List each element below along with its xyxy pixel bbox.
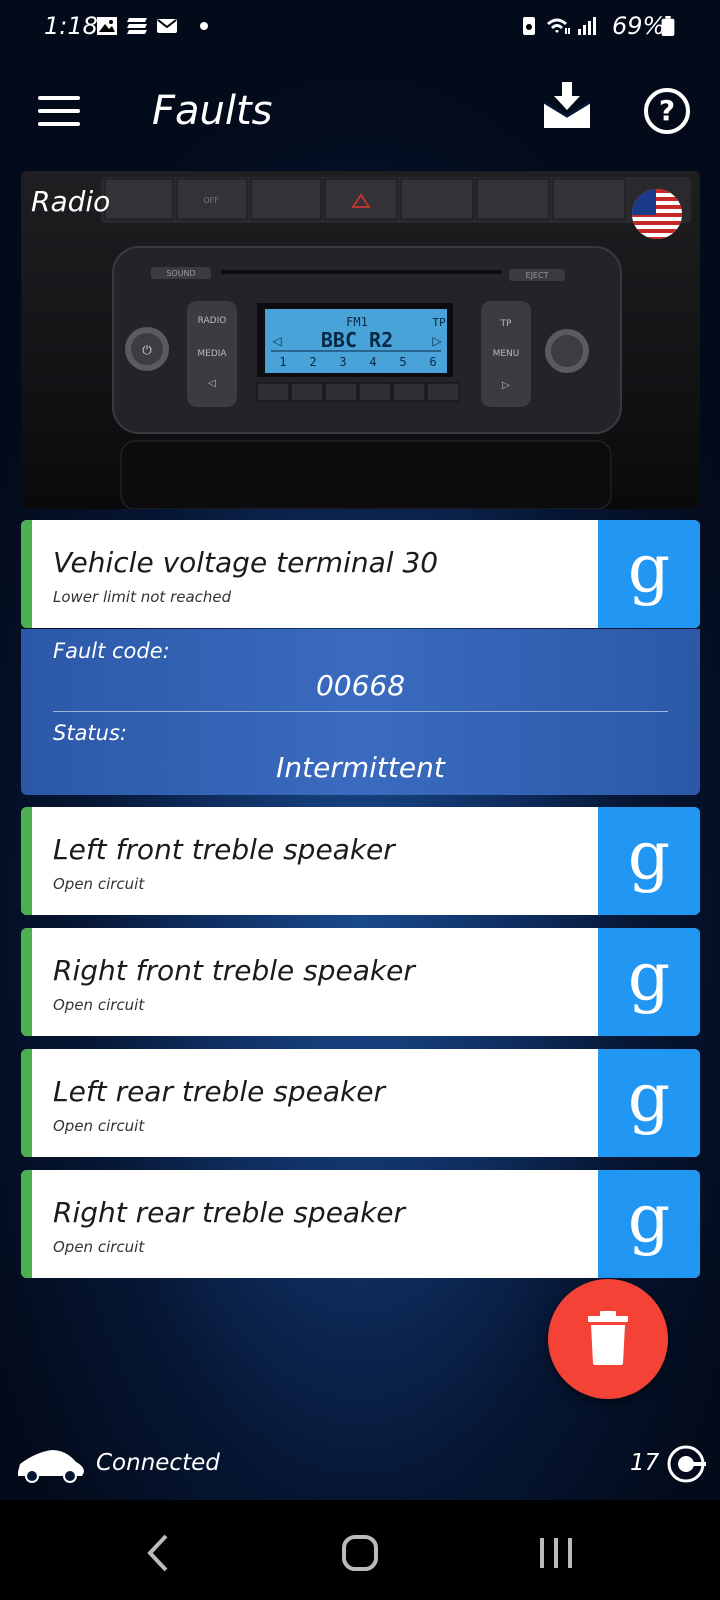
battery-percentage: 69% [612, 12, 666, 40]
fault-item[interactable]: Vehicle voltage terminal 30 Lower limit … [21, 520, 700, 628]
status-time: 1:18 [44, 12, 98, 40]
fault-title: Right front treble speaker [53, 954, 415, 987]
svg-text:⏻: ⏻ [142, 343, 152, 357]
fault-code-label: Fault code: [53, 639, 170, 663]
display-station: BBC R2 [321, 328, 393, 352]
detail-divider [53, 711, 668, 712]
more-notifications-dot [200, 22, 208, 30]
display-band: FM1 [346, 315, 368, 329]
fault-count: 17 [630, 1450, 660, 1476]
google-search-button[interactable]: g [598, 520, 700, 628]
fault-item[interactable]: Left rear treble speaker Open circuit g [21, 1049, 700, 1157]
us-flag-icon[interactable] [632, 189, 682, 239]
svg-text:▷: ▷ [432, 334, 442, 348]
preset-1: 1 [279, 355, 286, 369]
svg-text:◁: ◁ [271, 334, 281, 348]
fault-detail-panel: Fault code: 00668 Status: Intermittent [21, 629, 700, 795]
radio-btn-label: RADIO [198, 316, 227, 326]
eject-label: EJECT [526, 271, 549, 280]
fault-subtitle: Open circuit [53, 1238, 145, 1256]
fault-code-value: 00668 [315, 669, 406, 702]
status-bar: 1:18 69% [0, 0, 720, 56]
radio-head-unit-illustration: OFF SOUND EJECT ⏻ RADIO MEDIA ◁ TP MENU … [101, 177, 691, 509]
google-search-button[interactable]: g [598, 807, 700, 915]
fault-subtitle: Open circuit [53, 1117, 145, 1135]
module-image: Radio OFF SOUND EJECT ⏻ RADIO MEDIA ◁ TP… [21, 171, 700, 509]
preset-2: 2 [309, 355, 316, 369]
preset-3: 3 [339, 355, 346, 369]
fault-status-bar [21, 928, 32, 1036]
page-title: Faults [152, 88, 273, 134]
app-notification-icon [127, 18, 147, 34]
gallery-notification-icon [97, 17, 117, 35]
battery-saver-icon [523, 17, 535, 35]
svg-text:◁: ◁ [208, 378, 216, 389]
wifi-icon [547, 18, 570, 34]
back-icon[interactable] [130, 1530, 190, 1576]
fault-status-bar [21, 1170, 32, 1278]
interface-plug-icon[interactable] [666, 1444, 706, 1484]
battery-icon [661, 16, 675, 36]
fault-subtitle: Open circuit [53, 875, 145, 893]
off-button-label: OFF [203, 196, 219, 205]
fault-title: Left front treble speaker [53, 833, 395, 866]
fault-title: Vehicle voltage terminal 30 [53, 546, 439, 579]
google-search-button[interactable]: g [598, 1049, 700, 1157]
fault-status-bar [21, 807, 32, 915]
help-icon[interactable]: ? [644, 88, 690, 134]
recent-apps-icon[interactable] [532, 1530, 592, 1576]
preset-5: 5 [399, 355, 406, 369]
media-btn-label: MEDIA [197, 349, 227, 359]
google-search-button[interactable]: g [598, 1170, 700, 1278]
connection-status: Connected [96, 1450, 220, 1476]
google-search-button[interactable]: g [598, 928, 700, 1036]
download-icon[interactable] [540, 80, 594, 130]
fault-item[interactable]: Left front treble speaker Open circuit g [21, 807, 700, 915]
tp-btn-label: TP [500, 319, 512, 329]
preset-4: 4 [369, 355, 376, 369]
display-tp: TP [432, 316, 446, 329]
svg-text:▷: ▷ [502, 380, 510, 391]
fault-title: Left rear treble speaker [53, 1075, 385, 1108]
fault-subtitle: Lower limit not reached [53, 588, 232, 606]
signal-icon [578, 17, 596, 35]
menu-btn-label: MENU [493, 349, 520, 359]
fault-status-bar [21, 520, 32, 628]
module-label: Radio [31, 185, 111, 218]
fault-status-bar [21, 1049, 32, 1157]
fault-item[interactable]: Right front treble speaker Open circuit … [21, 928, 700, 1036]
status-value: Intermittent [276, 751, 445, 784]
home-icon[interactable] [330, 1530, 390, 1576]
menu-icon[interactable] [38, 96, 80, 128]
delete-faults-button[interactable] [548, 1279, 668, 1399]
trash-icon [588, 1311, 628, 1365]
fault-subtitle: Open circuit [53, 996, 145, 1014]
fault-item[interactable]: Right rear treble speaker Open circuit g [21, 1170, 700, 1278]
car-icon [18, 1450, 84, 1483]
system-nav-bar [0, 1500, 720, 1600]
fault-title: Right rear treble speaker [53, 1196, 406, 1229]
preset-6: 6 [429, 355, 436, 369]
status-label: Status: [53, 721, 127, 745]
sound-label: SOUND [166, 269, 195, 278]
email-notification-icon [157, 19, 177, 33]
